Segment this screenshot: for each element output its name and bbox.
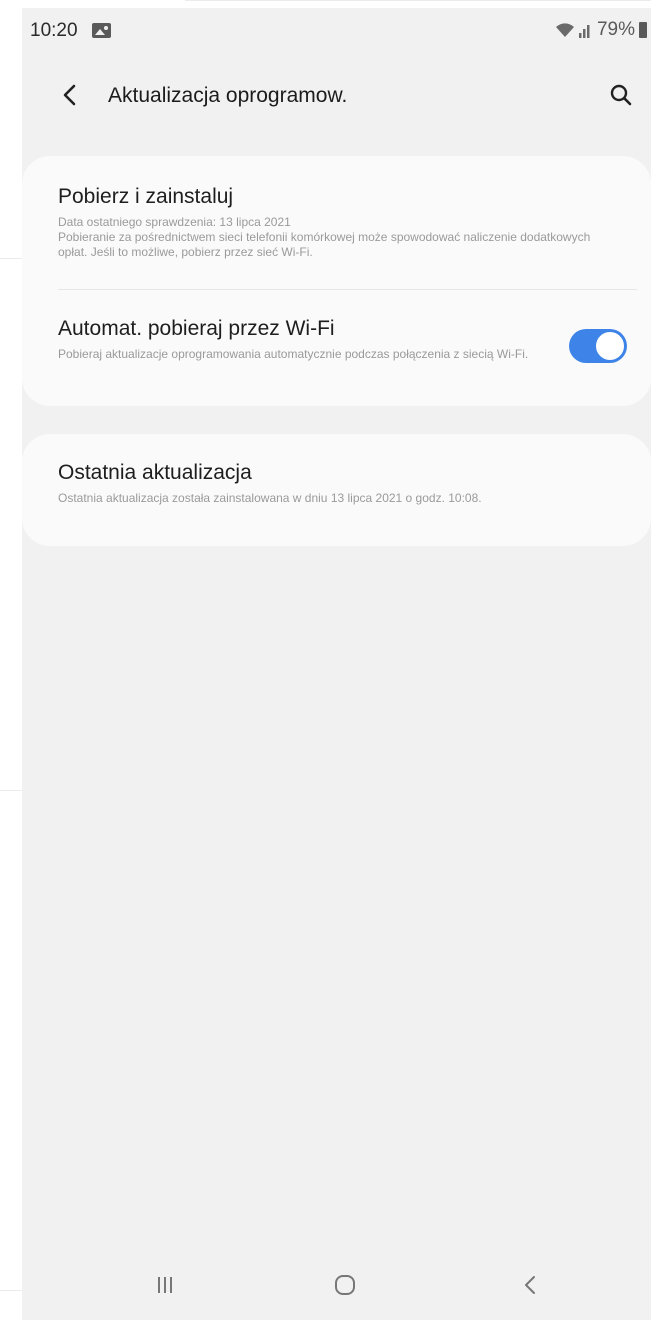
last-update-item[interactable]: Ostatnia aktualizacja Ostatnia aktualiza… bbox=[58, 460, 615, 506]
auto-wifi-download-title: Automat. pobieraj przez Wi-Fi bbox=[58, 317, 335, 340]
backdrop-line bbox=[185, 0, 651, 1]
phone-screen: 10:20 79% Aktualizacja oprogramow. Pobie… bbox=[22, 8, 651, 1320]
nav-back-button[interactable] bbox=[510, 1270, 550, 1300]
navigation-bar bbox=[22, 1250, 651, 1320]
battery-percentage: 79% bbox=[596, 19, 635, 40]
status-time: 10:20 bbox=[30, 20, 78, 41]
status-bar: 10:20 79% bbox=[22, 8, 651, 56]
search-icon bbox=[610, 84, 632, 106]
last-update-card: Ostatnia aktualizacja Ostatnia aktualiza… bbox=[22, 434, 651, 546]
recents-icon bbox=[158, 1277, 172, 1293]
divider bbox=[58, 289, 637, 290]
backdrop-line bbox=[0, 258, 22, 259]
search-button[interactable] bbox=[603, 77, 639, 113]
back-icon bbox=[525, 1276, 535, 1294]
gallery-icon bbox=[92, 23, 111, 38]
backdrop-line bbox=[0, 790, 22, 791]
last-check-date: Data ostatniego sprawdzenia: 13 lipca 20… bbox=[58, 215, 291, 229]
toolbar: Aktualizacja oprogramow. bbox=[22, 70, 651, 120]
page-title: Aktualizacja oprogramow. bbox=[108, 84, 348, 107]
battery-icon bbox=[639, 22, 647, 38]
settings-card: Pobierz i zainstaluj Data ostatniego spr… bbox=[22, 156, 651, 406]
last-update-title: Ostatnia aktualizacja bbox=[58, 461, 252, 484]
chevron-left-icon bbox=[63, 84, 76, 106]
toggle-knob bbox=[594, 330, 626, 362]
home-button[interactable] bbox=[325, 1270, 365, 1300]
signal-icon bbox=[578, 22, 593, 38]
auto-wifi-download-item[interactable]: Automat. pobieraj przez Wi-Fi Pobieraj a… bbox=[58, 316, 531, 362]
wifi-icon bbox=[555, 22, 575, 38]
auto-wifi-download-description: Pobieraj aktualizacje oprogramowania aut… bbox=[58, 347, 529, 361]
last-update-description: Ostatnia aktualizacja została zainstalow… bbox=[58, 491, 482, 505]
backdrop-line bbox=[0, 1290, 22, 1291]
mobile-data-warning: Pobieranie za pośrednictwem sieci telefo… bbox=[58, 230, 591, 259]
status-indicators: 79% bbox=[555, 19, 647, 41]
back-button[interactable] bbox=[52, 77, 88, 113]
auto-wifi-toggle[interactable] bbox=[569, 329, 627, 363]
download-install-title: Pobierz i zainstaluj bbox=[58, 185, 234, 208]
recents-button[interactable] bbox=[145, 1270, 185, 1300]
home-icon bbox=[335, 1275, 355, 1295]
download-install-item[interactable]: Pobierz i zainstaluj Data ostatniego spr… bbox=[58, 184, 615, 260]
